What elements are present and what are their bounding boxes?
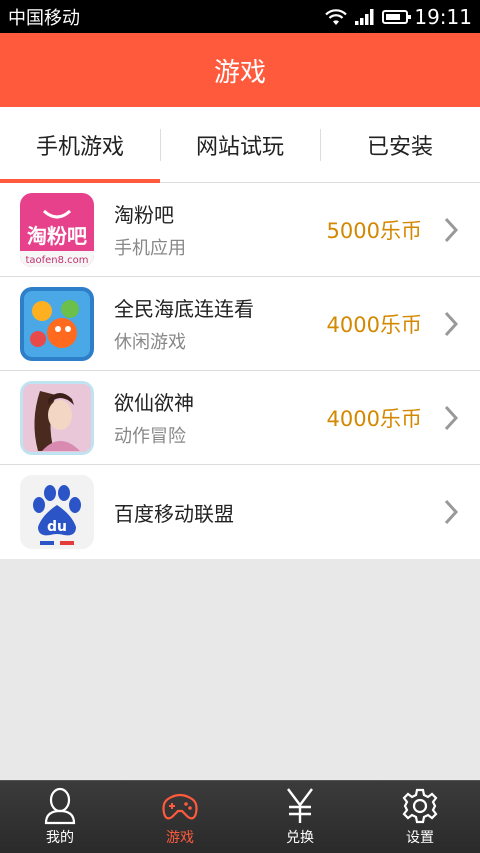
chevron-right-icon [436,304,466,344]
app-info: 全民海底连连看 休闲游戏 [114,293,327,354]
app-info: 欲仙欲神 动作冒险 [114,387,327,448]
page-title: 游戏 [213,57,266,88]
app-category: 休闲游戏 [114,332,186,353]
app-name: 百度移动联盟 [114,501,234,526]
tab-label: 网站试玩 [195,134,284,160]
person-icon [44,787,76,825]
status-bar: 中国移动 19:11 [0,0,480,33]
nav-games[interactable]: 游戏 [120,781,240,853]
app-info: 百度移动联盟 [114,498,422,527]
nav-exchange[interactable]: 兑换 [240,781,360,853]
list-item[interactable]: 欲仙欲神 动作冒险 4000乐币 [0,371,480,465]
tab-label: 手机游戏 [35,134,124,160]
app-category: 手机应用 [114,238,186,259]
baidu-paw-icon: du [20,475,94,549]
carrier-name: 中国移动 [8,7,80,29]
list-item[interactable]: du 百度移动联盟 [0,465,480,559]
chevron-right-icon [436,210,466,250]
app-price: 4000乐币 [326,312,422,337]
signal-icon [355,8,374,25]
yen-icon [287,788,313,823]
app-category: 动作冒险 [114,426,186,447]
fairy-game-icon [20,380,94,455]
tab-installed[interactable]: 已安装 [320,107,480,182]
nav-settings[interactable]: 设置 [360,781,480,853]
app-name: 全民海底连连看 [114,297,254,321]
taofen-url-text: taofen8.com [25,255,88,266]
chevron-right-icon [436,492,466,532]
nav-label: 我的 [46,830,74,846]
bottom-nav: 我的 游戏 兑换 设置 [0,780,480,853]
baidu-logo-text: du [47,519,67,535]
app-header: 游戏 [0,33,480,107]
gamepad-icon [162,793,198,820]
app-list: 淘粉吧 taofen8.com 淘粉吧 手机应用 5000乐币 全民海底连连看 … [0,183,480,559]
tab-bar: 手机游戏 网站试玩 已安装 [0,107,480,183]
app-price: 4000乐币 [326,406,422,431]
sea-link-game-icon [20,286,94,361]
gear-icon [402,788,438,824]
taofen-logo-text: 淘粉吧 [27,224,87,248]
status-icons: 19:11 [324,5,472,29]
nav-label: 游戏 [166,830,194,846]
app-price: 5000乐币 [326,218,422,243]
tab-web-trial[interactable]: 网站试玩 [160,107,320,182]
nav-label: 设置 [406,830,434,846]
tab-label: 已安装 [366,134,433,160]
list-item[interactable]: 淘粉吧 taofen8.com 淘粉吧 手机应用 5000乐币 [0,183,480,277]
app-name: 淘粉吧 [114,203,174,227]
chevron-right-icon [436,398,466,438]
clock: 19:11 [414,4,472,29]
list-item[interactable]: 全民海底连连看 休闲游戏 4000乐币 [0,277,480,371]
app-name: 欲仙欲神 [114,391,194,415]
app-info: 淘粉吧 手机应用 [114,199,327,260]
nav-my[interactable]: 我的 [0,781,120,853]
battery-icon [382,9,412,24]
taofen8-app-icon: 淘粉吧 taofen8.com [20,192,94,267]
wifi-icon [325,8,348,25]
tab-mobile-games[interactable]: 手机游戏 [0,107,160,183]
nav-label: 兑换 [286,830,314,846]
